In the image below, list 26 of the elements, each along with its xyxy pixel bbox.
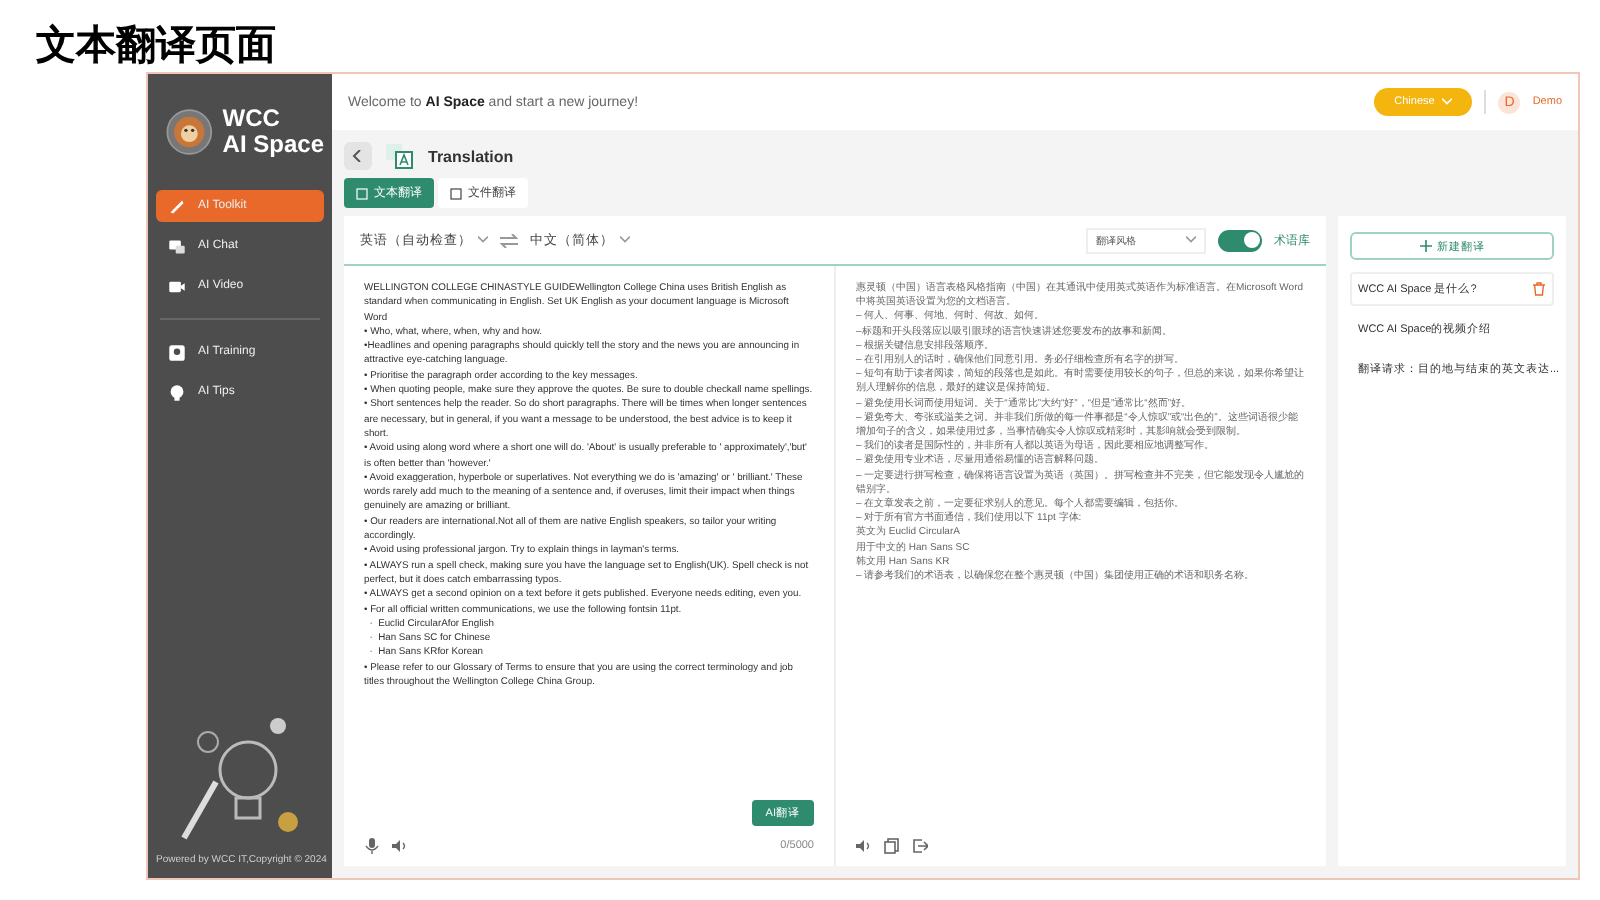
glossary-toggle[interactable] xyxy=(1218,229,1262,251)
document-icon xyxy=(450,187,462,199)
page-title: 文本翻译页面 xyxy=(34,21,278,64)
page-heading: Translation xyxy=(428,147,514,165)
chevron-down-icon xyxy=(1442,98,1453,106)
chevron-down-icon xyxy=(1186,236,1196,244)
document-icon xyxy=(356,187,368,199)
back-button[interactable] xyxy=(344,142,372,170)
speaker-icon[interactable] xyxy=(392,838,408,854)
microphone-icon[interactable] xyxy=(364,838,380,854)
logo-text: WCC AI Space xyxy=(222,106,324,158)
plus-icon xyxy=(1419,240,1431,252)
swap-icon[interactable] xyxy=(500,233,518,247)
chevron-left-icon xyxy=(352,150,364,162)
chevron-down-icon xyxy=(620,236,630,244)
menu-icon xyxy=(168,237,186,255)
export-icon[interactable] xyxy=(912,838,928,854)
menu-icon xyxy=(168,383,186,401)
chevron-down-icon xyxy=(478,236,488,244)
translate-icon xyxy=(384,142,416,170)
copy-icon[interactable] xyxy=(884,838,900,854)
trash-icon[interactable] xyxy=(1532,282,1546,296)
menu-icon xyxy=(168,277,186,295)
menu-icon xyxy=(168,197,186,215)
speaker-icon[interactable] xyxy=(856,838,872,854)
menu-icon xyxy=(168,343,186,361)
